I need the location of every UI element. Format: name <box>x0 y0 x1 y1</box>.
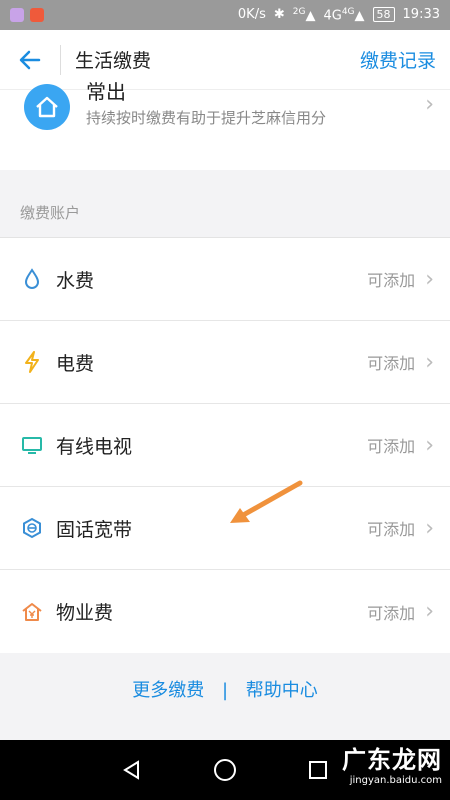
item-label: 固话宽带 <box>56 518 133 541</box>
gallery-app-icon <box>10 8 24 22</box>
back-triangle-icon[interactable] <box>121 759 143 781</box>
annotation-arrow-icon <box>230 480 303 523</box>
network-speed: 0K/s <box>237 7 266 23</box>
home-icon <box>24 84 70 130</box>
chevron-right-icon: › <box>425 515 434 541</box>
chevron-right-icon: › <box>425 432 434 458</box>
watermark-sub: jingyan.baidu.com <box>349 775 442 786</box>
item-label: 电费 <box>56 352 95 375</box>
nav-bar: 生活缴费 缴费记录 <box>0 30 450 90</box>
signal-2: 4G4G▲ <box>323 6 365 24</box>
tv-icon <box>20 433 44 457</box>
promo-title: 常出 <box>86 80 126 104</box>
more-payments-link[interactable]: 更多缴费 <box>132 680 204 701</box>
list-item-water[interactable]: 水费 可添加 › <box>0 238 450 321</box>
page-title: 生活缴费 <box>75 50 152 72</box>
list-item-broadband[interactable]: 固话宽带 可添加 › <box>0 487 450 570</box>
list-item-electricity[interactable]: 电费 可添加 › <box>0 321 450 404</box>
property-icon <box>20 600 44 624</box>
item-status: 可添加 <box>367 354 416 373</box>
watermark-main: 广东龙网 <box>342 746 442 774</box>
broadband-icon <box>20 516 44 540</box>
status-bar-left <box>10 8 44 22</box>
home-circle-icon[interactable] <box>213 758 237 782</box>
footer-separator: | <box>221 680 229 701</box>
item-status: 可添加 <box>367 520 416 539</box>
status-bar-right: 0K/s ✱ 2G▲ 4G4G▲ 58 19:33 <box>238 7 440 23</box>
status-bar: 0K/s ✱ 2G▲ 4G4G▲ 58 19:33 <box>0 0 450 30</box>
section-label: 缴费账户 <box>20 204 81 222</box>
chevron-right-icon: › <box>425 599 434 624</box>
list-item-property[interactable]: 物业费 可添加 › <box>0 570 450 653</box>
chevron-right-icon: › <box>425 266 434 292</box>
promo-card[interactable]: 常出 持续按时缴费有助于提升芝麻信用分 › <box>0 80 450 170</box>
nav-divider <box>60 44 61 75</box>
bluetooth-icon: ✱ <box>273 7 285 23</box>
signal-1: 2G▲ <box>292 6 316 24</box>
payment-records-link[interactable]: 缴费记录 <box>360 46 436 73</box>
item-status: 可添加 <box>367 437 416 456</box>
battery-indicator: 58 <box>372 7 395 23</box>
footer-links: 更多缴费 | 帮助中心 <box>0 676 450 702</box>
help-center-link[interactable]: 帮助中心 <box>246 680 318 701</box>
item-label: 有线电视 <box>56 435 133 458</box>
lightning-icon <box>20 350 44 374</box>
water-drop-icon <box>20 267 44 291</box>
chevron-right-icon: › <box>425 349 434 375</box>
item-status: 可添加 <box>367 271 416 290</box>
payment-account-list: 水费 可添加 › 电费 可添加 › 有线电视 可添加 › 固话宽带 可添加 › … <box>0 237 450 653</box>
back-button[interactable] <box>0 30 60 90</box>
item-label: 水费 <box>56 269 95 292</box>
chevron-right-icon: › <box>425 92 434 117</box>
item-status: 可添加 <box>367 603 416 623</box>
back-arrow-icon <box>19 50 41 69</box>
watermark: 广东龙网 jingyan.baidu.com <box>324 740 442 794</box>
clock: 19:33 <box>402 7 440 23</box>
promo-description: 持续按时缴费有助于提升芝麻信用分 <box>86 109 327 127</box>
taobao-app-icon <box>30 8 44 22</box>
list-item-cable-tv[interactable]: 有线电视 可添加 › <box>0 404 450 487</box>
item-label: 物业费 <box>56 602 114 624</box>
